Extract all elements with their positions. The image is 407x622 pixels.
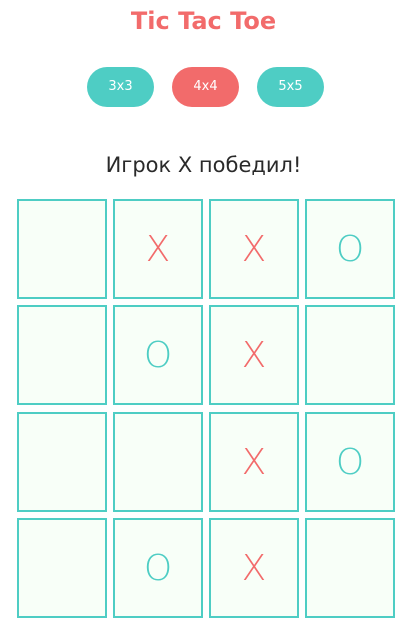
game-board: XXOOXXOOX bbox=[17, 199, 395, 619]
board-cell-r4-c2[interactable]: O bbox=[113, 518, 203, 618]
board-cell-r3-c3[interactable]: X bbox=[209, 412, 299, 512]
size-button-4x4[interactable]: 4x4 bbox=[172, 67, 239, 107]
board-cell-r3-c4[interactable]: O bbox=[305, 412, 395, 512]
board-cell-r1-c3[interactable]: X bbox=[209, 199, 299, 299]
size-button-5x5[interactable]: 5x5 bbox=[257, 67, 324, 107]
game-title: Tic Tac Toe bbox=[130, 7, 277, 35]
board-cell-r1-c1[interactable] bbox=[17, 199, 107, 299]
board-cell-r4-c3[interactable]: X bbox=[209, 518, 299, 618]
board-cell-r2-c3[interactable]: X bbox=[209, 305, 299, 405]
board-cell-r3-c2[interactable] bbox=[113, 412, 203, 512]
board-cell-r1-c4[interactable]: O bbox=[305, 199, 395, 299]
board-cell-r3-c1[interactable] bbox=[17, 412, 107, 512]
board-cell-r2-c2[interactable]: O bbox=[113, 305, 203, 405]
page: Tic Tac Toe 3x3 4x4 5x5 Игрок X победил!… bbox=[0, 0, 407, 622]
board-cell-r1-c2[interactable]: X bbox=[113, 199, 203, 299]
board-cell-r4-c4[interactable] bbox=[305, 518, 395, 618]
board-size-selector: 3x3 4x4 5x5 bbox=[0, 67, 407, 107]
board-cell-r4-c1[interactable] bbox=[17, 518, 107, 618]
board-cell-r2-c4[interactable] bbox=[305, 305, 395, 405]
game-status: Игрок X победил! bbox=[105, 153, 302, 177]
size-button-3x3[interactable]: 3x3 bbox=[87, 67, 154, 107]
board-cell-r2-c1[interactable] bbox=[17, 305, 107, 405]
